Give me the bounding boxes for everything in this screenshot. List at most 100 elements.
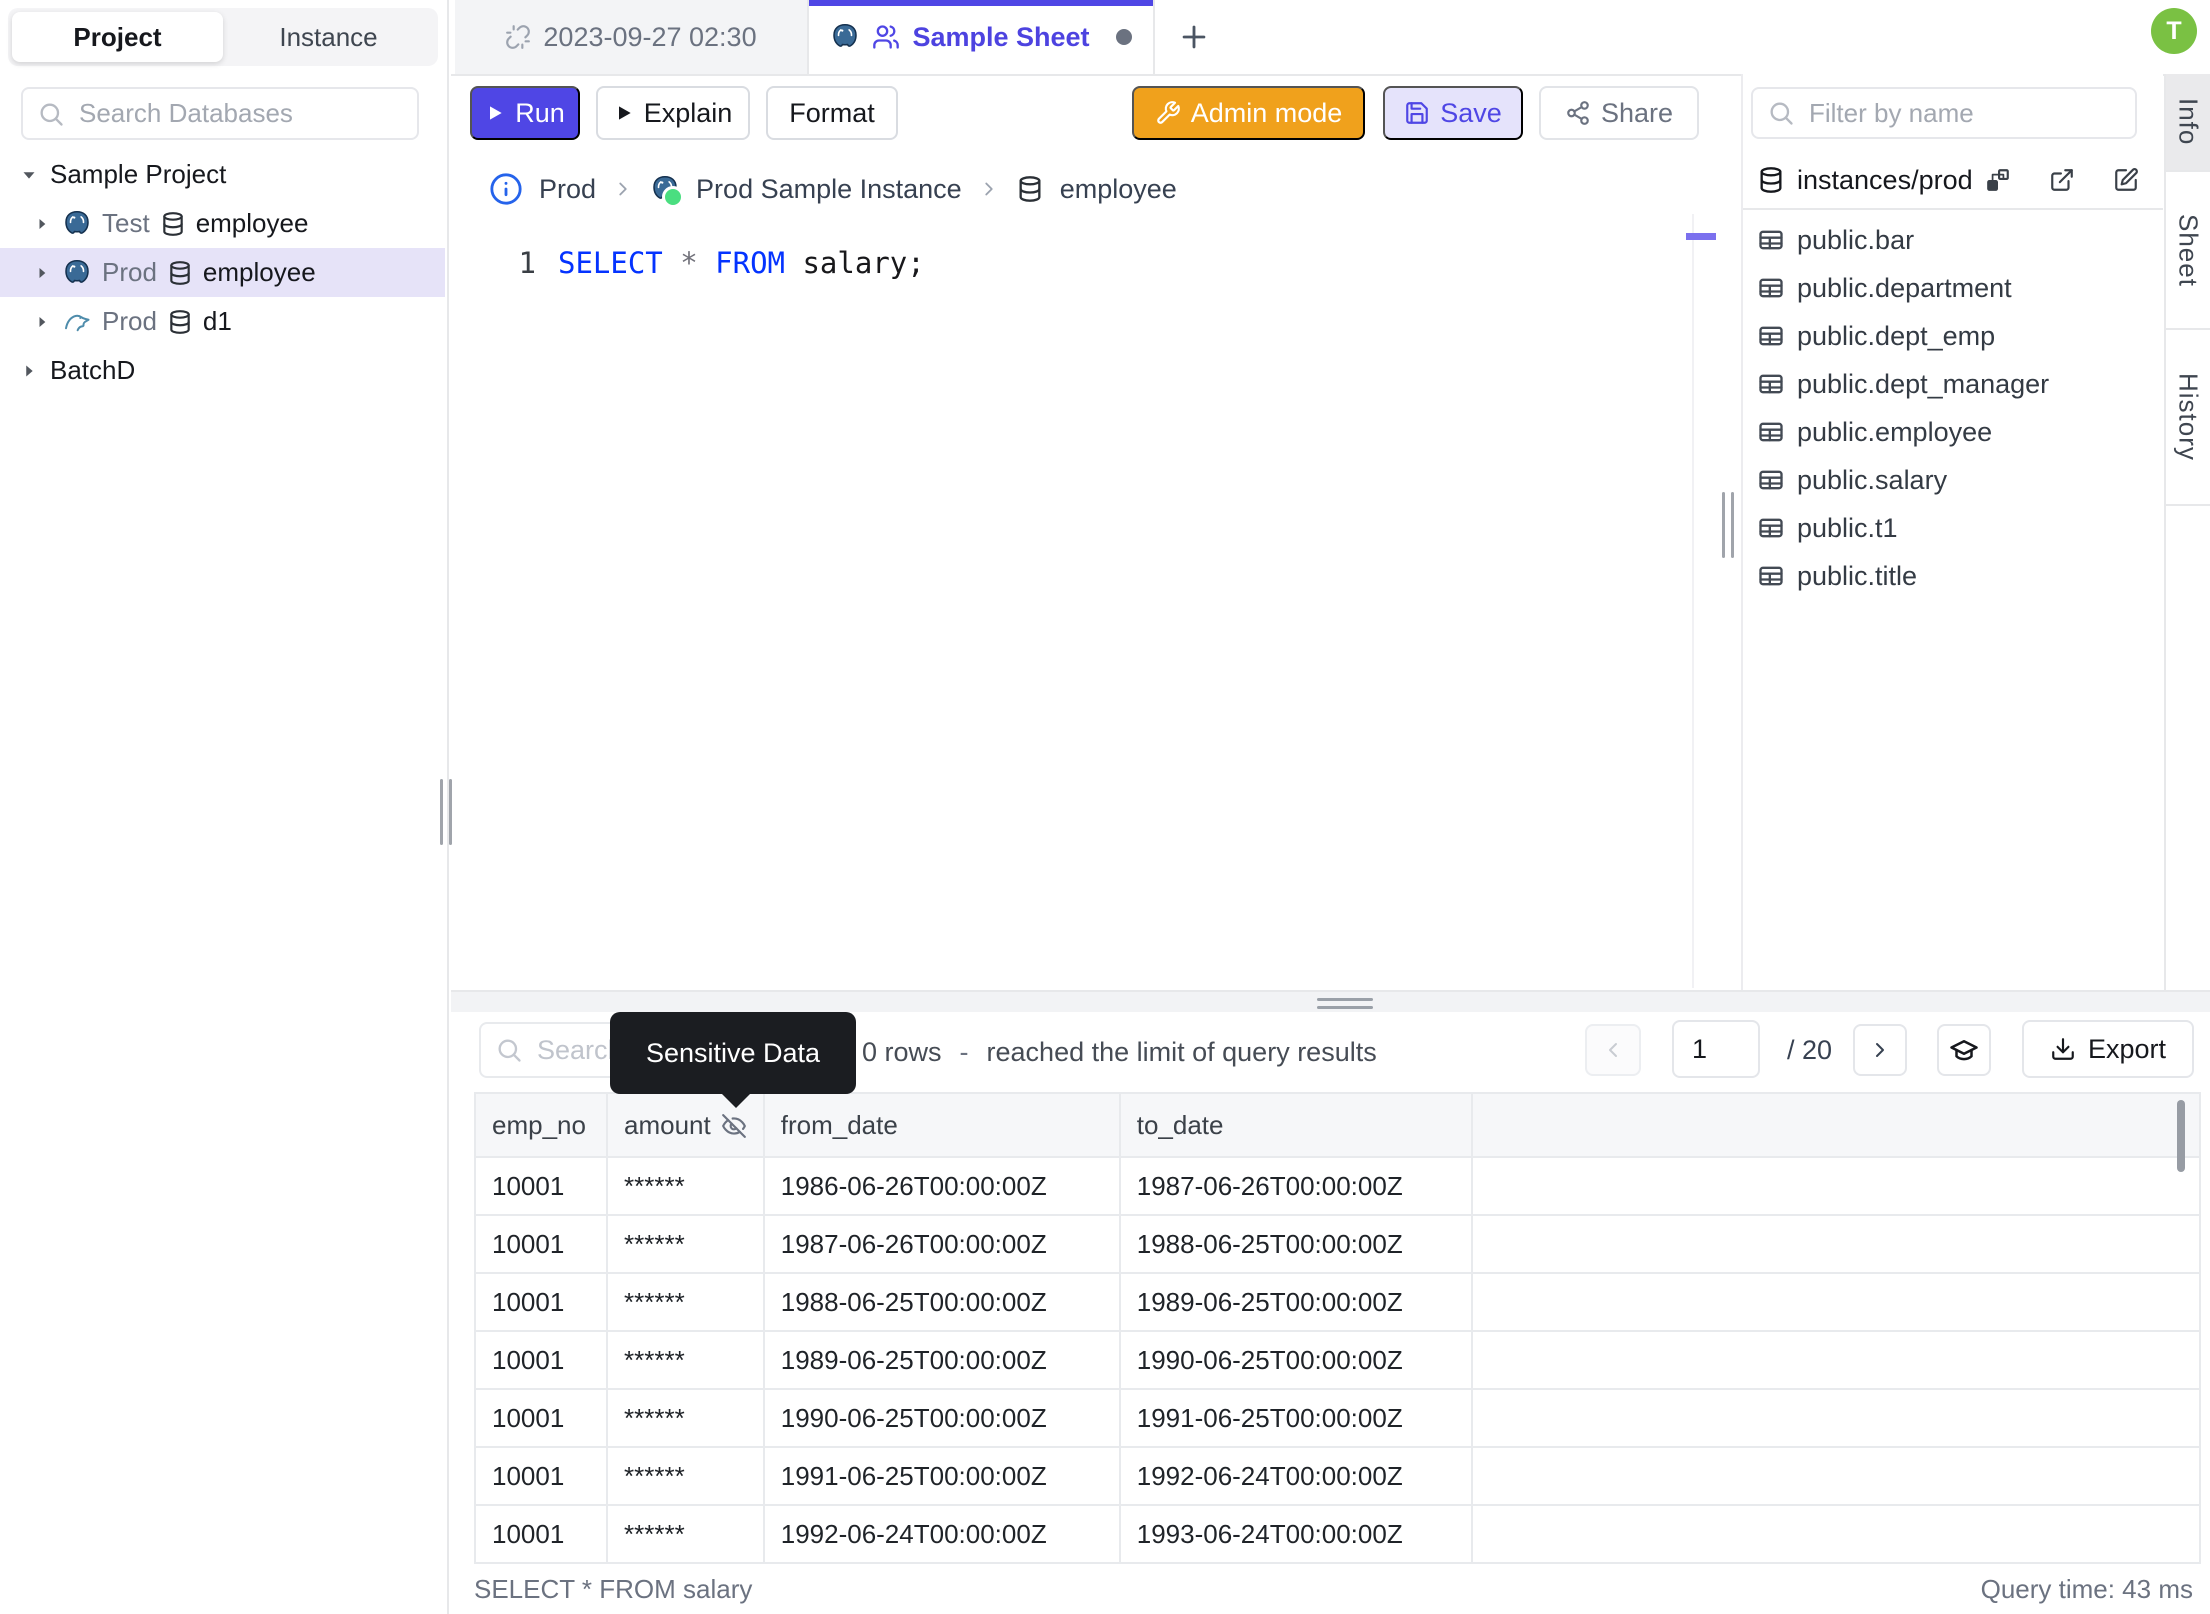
filler-header bbox=[1470, 1092, 2201, 1158]
format-button[interactable]: Format bbox=[766, 86, 898, 140]
sheet-tab-label: 2023-09-27 02:30 bbox=[543, 21, 757, 52]
caret-right-icon[interactable] bbox=[18, 360, 40, 382]
results-resize-divider[interactable] bbox=[451, 990, 2210, 1012]
results-scrollbar[interactable] bbox=[2177, 1100, 2185, 1172]
table-list-item[interactable]: public.dept_manager bbox=[1743, 360, 2163, 408]
table-name: public.bar bbox=[1797, 224, 1915, 255]
table-cell: 1987-06-26T00:00:00Z bbox=[1118, 1156, 1473, 1216]
table-name: public.dept_emp bbox=[1797, 320, 1996, 351]
run-button[interactable]: Run bbox=[470, 86, 580, 140]
tree-project-row[interactable]: BatchD bbox=[0, 346, 445, 395]
search-icon bbox=[495, 1036, 523, 1064]
chevron-right-icon bbox=[1868, 1038, 1892, 1062]
postgresql-icon bbox=[62, 209, 92, 239]
graduation-cap-icon bbox=[1949, 1035, 1979, 1065]
table-name: public.employee bbox=[1797, 416, 1993, 447]
table-cell: 1989-06-25T00:00:00Z bbox=[762, 1330, 1121, 1390]
tab-project[interactable]: Project bbox=[12, 12, 223, 62]
chevron-left-icon bbox=[1601, 1038, 1625, 1062]
schema-panel-resize-handle[interactable] bbox=[1722, 492, 1734, 558]
unlink-icon bbox=[505, 24, 531, 50]
save-button[interactable]: Save bbox=[1383, 86, 1523, 140]
table-list-item[interactable]: public.t1 bbox=[1743, 504, 2163, 552]
search-icon bbox=[37, 100, 65, 128]
sheet-tab-unsaved[interactable]: 2023-09-27 02:30 bbox=[455, 0, 809, 74]
page-number-input[interactable] bbox=[1672, 1020, 1760, 1078]
right-tab-info[interactable]: Info bbox=[2166, 74, 2210, 172]
code-token: salary; bbox=[785, 246, 925, 280]
right-tab-sheet[interactable]: Sheet bbox=[2166, 172, 2210, 330]
table-cell: ****** bbox=[606, 1388, 765, 1448]
chevron-right-icon bbox=[612, 178, 634, 200]
table-cell: 10001 bbox=[474, 1504, 608, 1564]
database-icon bbox=[1757, 166, 1785, 194]
database-icon bbox=[160, 211, 186, 237]
table-list-item[interactable]: public.department bbox=[1743, 264, 2163, 312]
eye-off-icon[interactable] bbox=[721, 1113, 747, 1139]
info-icon[interactable] bbox=[489, 172, 523, 206]
summary-separator: - bbox=[959, 1036, 969, 1067]
tab-instance[interactable]: Instance bbox=[223, 12, 434, 62]
admin-mode-label: Admin mode bbox=[1190, 97, 1343, 128]
export-button[interactable]: Export bbox=[2022, 1020, 2194, 1078]
play-icon bbox=[614, 103, 634, 123]
breadcrumb-database[interactable]: employee bbox=[1060, 174, 1177, 205]
caret-down-icon[interactable] bbox=[18, 164, 40, 186]
tree-database-row[interactable]: Test employee bbox=[0, 199, 445, 248]
share-button[interactable]: Share bbox=[1539, 86, 1699, 140]
table-list: public.bar public.department public.dept_e… bbox=[1743, 216, 2163, 600]
table-filter bbox=[1751, 87, 2137, 139]
table-icon bbox=[1757, 274, 1785, 302]
database-icon bbox=[167, 309, 193, 335]
caret-right-icon[interactable] bbox=[32, 214, 52, 234]
external-link-icon[interactable] bbox=[2049, 167, 2075, 193]
tree-project-row[interactable]: Sample Project bbox=[0, 150, 445, 199]
breadcrumb-environment[interactable]: Prod bbox=[539, 174, 596, 205]
editor-code-line[interactable]: SELECT * FROM salary; bbox=[558, 246, 925, 280]
table-list-item[interactable]: public.bar bbox=[1743, 216, 2163, 264]
sheet-tab-strip: 2023-09-27 02:30 Sample Sheet bbox=[451, 0, 2210, 76]
code-token: SELECT bbox=[558, 246, 663, 280]
masking-level-button[interactable] bbox=[1937, 1024, 1991, 1076]
caret-right-icon[interactable] bbox=[32, 263, 52, 283]
table-name: public.dept_manager bbox=[1797, 368, 2050, 399]
schema-diagram-icon[interactable] bbox=[1985, 167, 2011, 193]
next-page-button[interactable] bbox=[1853, 1024, 1907, 1076]
caret-right-icon[interactable] bbox=[32, 312, 52, 332]
explain-button[interactable]: Explain bbox=[596, 86, 750, 140]
prev-page-button[interactable] bbox=[1585, 1024, 1641, 1076]
query-time-text: Query time: 43 ms bbox=[1980, 1574, 2193, 1604]
share-label: Share bbox=[1600, 97, 1674, 128]
table-list-item[interactable]: public.employee bbox=[1743, 408, 2163, 456]
table-list-item[interactable]: public.salary bbox=[1743, 456, 2163, 504]
table-cell: 1989-06-25T00:00:00Z bbox=[1118, 1272, 1473, 1332]
table-cell bbox=[1470, 1330, 2201, 1390]
table-cell bbox=[1470, 1214, 2201, 1274]
table-cell: 1991-06-25T00:00:00Z bbox=[1118, 1388, 1473, 1448]
new-tab-button[interactable] bbox=[1173, 16, 1215, 58]
table-cell: ****** bbox=[606, 1446, 765, 1506]
tree-database-row[interactable]: Prod employee bbox=[0, 248, 445, 297]
breadcrumb-instance[interactable]: Prod Sample Instance bbox=[696, 174, 962, 205]
divider-handle[interactable] bbox=[1317, 998, 1373, 1009]
edit-icon[interactable] bbox=[2113, 167, 2139, 193]
table-filter-input[interactable] bbox=[1807, 96, 2121, 130]
table-list-item[interactable]: public.dept_emp bbox=[1743, 312, 2163, 360]
sheet-tab-active[interactable]: Sample Sheet bbox=[809, 0, 1155, 74]
avatar[interactable]: T bbox=[2151, 8, 2197, 54]
sidebar-resize-handle[interactable] bbox=[440, 779, 452, 845]
table-list-item[interactable]: public.title bbox=[1743, 552, 2163, 600]
tree-database-row[interactable]: Prod d1 bbox=[0, 297, 445, 346]
code-token: * bbox=[680, 246, 698, 280]
postgresql-icon bbox=[830, 22, 860, 52]
environment-label: Prod bbox=[102, 306, 157, 336]
database-search-input[interactable] bbox=[77, 97, 403, 130]
table-cell: 10001 bbox=[474, 1272, 608, 1332]
sql-editor-app: Project Instance Sample Project Test emplo… bbox=[0, 0, 2210, 1614]
admin-mode-button[interactable]: Admin mode bbox=[1132, 86, 1365, 140]
explain-label: Explain bbox=[643, 97, 733, 128]
table-row: 10001 ****** 1987-06-26T00:00:00Z 1988-06-2… bbox=[474, 1214, 2201, 1274]
right-tab-history[interactable]: History bbox=[2166, 330, 2210, 506]
results-footer: SELECT * FROM salary Query time: 43 ms bbox=[451, 1570, 2210, 1614]
